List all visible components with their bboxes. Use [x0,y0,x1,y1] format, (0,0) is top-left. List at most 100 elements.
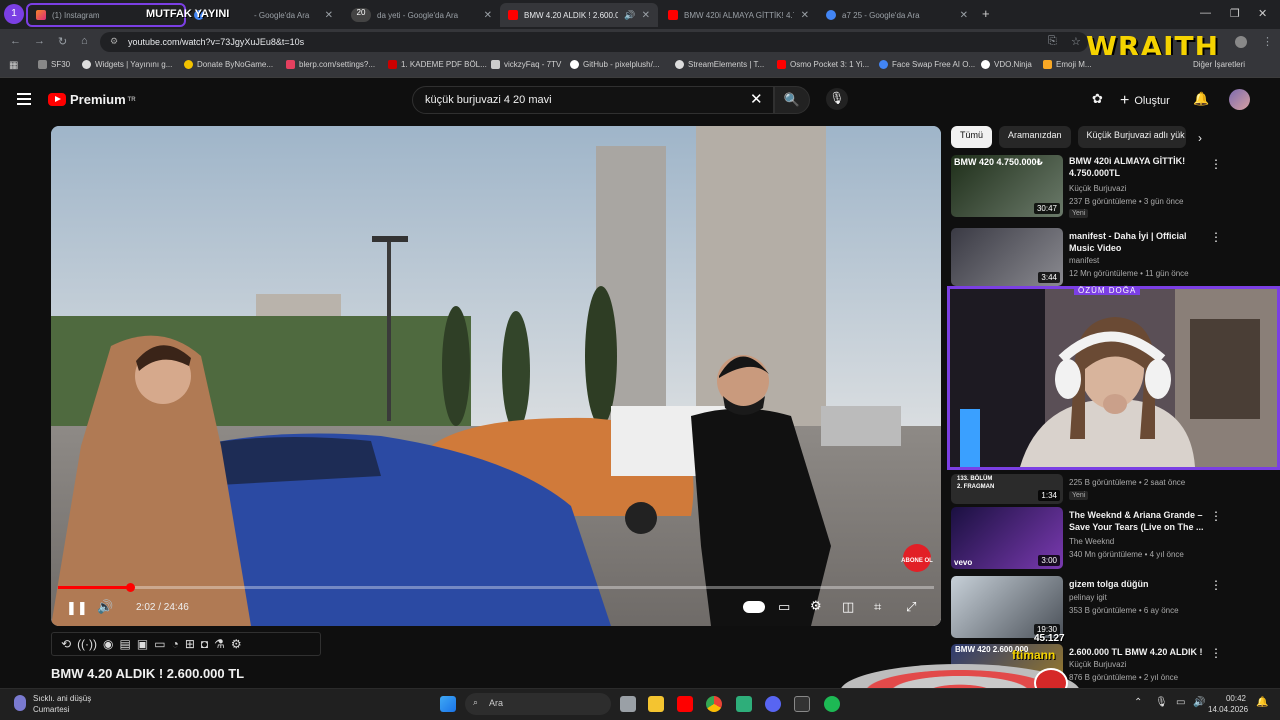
apps-grid-icon[interactable]: ▦ [9,60,18,71]
bookmark-item[interactable]: 1. KADEME PDF BÖL... [388,60,487,69]
more-options-icon[interactable]: ⋮ [1210,646,1222,660]
forward-icon[interactable]: → [34,35,45,47]
bookmark-item[interactable]: vickzyFaq - 7TV [491,60,561,69]
video-thumbnail[interactable]: 3:44 [951,228,1063,286]
back-icon[interactable]: ← [10,35,21,47]
bookmark-item[interactable]: GitHub - pixelplush/... [570,60,659,69]
more-options-icon[interactable]: ⋮ [1210,157,1222,171]
spotify-icon[interactable] [824,696,840,712]
terminal-icon[interactable] [794,696,810,712]
hamburger-menu-icon[interactable] [17,93,31,105]
tab-google-3[interactable]: a7 25 - Google'da Ara ✕ [818,3,976,27]
file-explorer-icon[interactable] [648,696,664,712]
app-icon[interactable] [736,696,752,712]
audio-icon[interactable]: ((·)) [77,637,97,651]
add-icon[interactable]: ⊞ [185,637,195,651]
video-thumbnail[interactable]: BMW 420 4.750.000₺ 30:47 [951,155,1063,217]
gear-icon[interactable]: ⚙ [231,637,242,651]
voice-search-button[interactable]: 🎙 [826,88,848,110]
task-view-icon[interactable] [620,696,636,712]
channel-name[interactable]: Küçük Burjuvazi [1069,660,1126,669]
reload-icon[interactable]: ↻ [58,35,67,48]
notifications-bell-icon[interactable]: 🔔 [1193,91,1209,107]
youtube-premium-logo[interactable]: Premium TR [48,92,136,107]
weather-icon[interactable] [14,695,26,711]
system-clock[interactable]: 00:42 14.04.2026 [1208,693,1248,715]
subtitles-icon[interactable]: ▭ [778,599,790,615]
discord-icon[interactable] [765,696,781,712]
channel-name[interactable]: The Weeknd [1069,537,1114,546]
bookmark-item[interactable]: Face Swap Free AI O... [879,60,975,69]
more-options-icon[interactable]: ⋮ [1210,509,1222,523]
speaker-tray-icon[interactable]: 🔊 [1193,697,1205,708]
flask-icon[interactable]: ⚗ [214,637,225,651]
install-icon[interactable]: ⎘ [1048,35,1057,48]
settings-icon[interactable]: ⚙ [810,598,822,614]
channel-name[interactable]: manifest [1069,256,1099,265]
chrome-icon[interactable] [706,696,722,712]
site-info-icon[interactable]: ⚙ [110,36,118,47]
more-options-icon[interactable]: ⋮ [1210,578,1222,592]
user-avatar[interactable] [1229,89,1250,110]
clear-search-icon[interactable]: ✕ [750,90,763,108]
close-window-icon[interactable]: ✕ [1258,7,1267,20]
recommendation-item[interactable]: BMW 420 4.750.000₺ 30:47 BMW 420i ALMAYA… [951,155,1271,218]
video-thumbnail[interactable]: 19:30 [951,576,1063,638]
camera-icon[interactable]: ◘ [201,637,208,651]
url-field[interactable]: ⚙ youtube.com/watch?v=73JgyXuJEu8&t=10s [100,32,1088,52]
speaker-icon[interactable]: 🔊 [624,10,635,21]
notification-icon[interactable]: 🔔 [1256,697,1268,708]
close-icon[interactable]: ✕ [642,10,650,21]
other-bookmarks[interactable]: Diğer İşaretleri [1193,60,1273,69]
home-icon[interactable]: ⌂ [81,35,88,47]
recommendation-item[interactable]: 19:30 gizem tolga düğün pelinay igit 353… [951,576,1271,638]
video-player[interactable]: ABONE OL [51,126,941,626]
chevron-up-icon[interactable]: ⌃ [1134,697,1142,708]
channel-name[interactable]: Küçük Burjuvazi [1069,184,1126,193]
recommendation-item[interactable]: 3:44 manifest - Daha İyi | Official Musi… [951,228,1271,290]
close-icon[interactable]: ✕ [325,10,333,21]
close-icon[interactable]: ✕ [484,10,492,21]
network-icon[interactable]: ▭ [1176,697,1185,708]
tab-youtube-active[interactable]: BMW 4.20 ALDIK ! 2.600.000 🔊 ✕ [500,3,658,27]
bookmark-item[interactable]: Donate ByNoGame... [184,60,273,69]
pause-icon[interactable]: ❚❚ [66,600,88,616]
tab-google-2[interactable]: 20 da yeti - Google'da Ara ✕ [343,3,500,27]
chip-all[interactable]: Tümü [951,126,993,148]
bookmark-item[interactable]: blerp.com/settings?... [286,60,375,69]
fullscreen-icon[interactable]: ⤢ [906,599,916,615]
new-tab-icon[interactable]: + [982,6,990,21]
close-icon[interactable]: ✕ [960,10,968,21]
speed-icon[interactable]: ◔ [172,637,179,651]
miniplayer-icon[interactable]: ◫ [842,599,854,615]
video-thumbnail[interactable]: vevo 3:00 [951,507,1063,569]
minimize-icon[interactable]: — [1200,7,1211,19]
chip-from-search[interactable]: Aramanızdan [999,126,1071,148]
kebab-menu-icon[interactable]: ⋮ [1262,35,1273,48]
bookmark-item[interactable]: VDO.Ninja [981,60,1032,69]
eye-icon[interactable]: ◉ [103,637,113,651]
profile-icon[interactable] [1235,36,1247,48]
windows-start-icon[interactable] [440,696,456,712]
tab-youtube-2[interactable]: BMW 420i ALMAYA GİTTİK! 4.7... ✕ [660,3,817,27]
recommendation-item[interactable]: vevo 3:00 The Weeknd & Ariana Grande – S… [951,507,1271,569]
theater-icon[interactable]: ▭ [154,637,165,651]
taskbar-search[interactable]: ⌕ Ara [465,693,611,715]
film-icon[interactable]: ▤ [120,637,131,651]
maximize-icon[interactable]: ❐ [1230,7,1240,20]
bookmark-item[interactable]: Emoji M... [1043,60,1092,69]
bookmark-star-icon[interactable]: ☆ [1071,35,1081,48]
progress-track[interactable] [58,586,934,589]
autoplay-toggle[interactable] [743,601,765,613]
bookmark-item[interactable]: Osmo Pocket 3: 1 Yi... [777,60,869,69]
progress-scrubber[interactable] [125,583,135,592]
recommendation-item[interactable]: 133. BÖLÜM 2. FRAGMAN 1:34 225 B görüntü… [951,474,1271,504]
search-input[interactable]: küçük burjuvazi 4 20 mavi [412,86,774,114]
window-icon[interactable]: ▣ [137,637,148,651]
bookmark-item[interactable]: Widgets | Yayınını g... [82,60,172,69]
create-button[interactable]: + Oluştur [1120,92,1170,110]
volume-icon[interactable]: 🔊 [97,599,113,615]
bookmark-item[interactable]: SF30 [38,60,70,69]
chevron-right-icon[interactable]: › [1198,131,1202,145]
channel-name[interactable]: pelinay igit [1069,593,1107,602]
